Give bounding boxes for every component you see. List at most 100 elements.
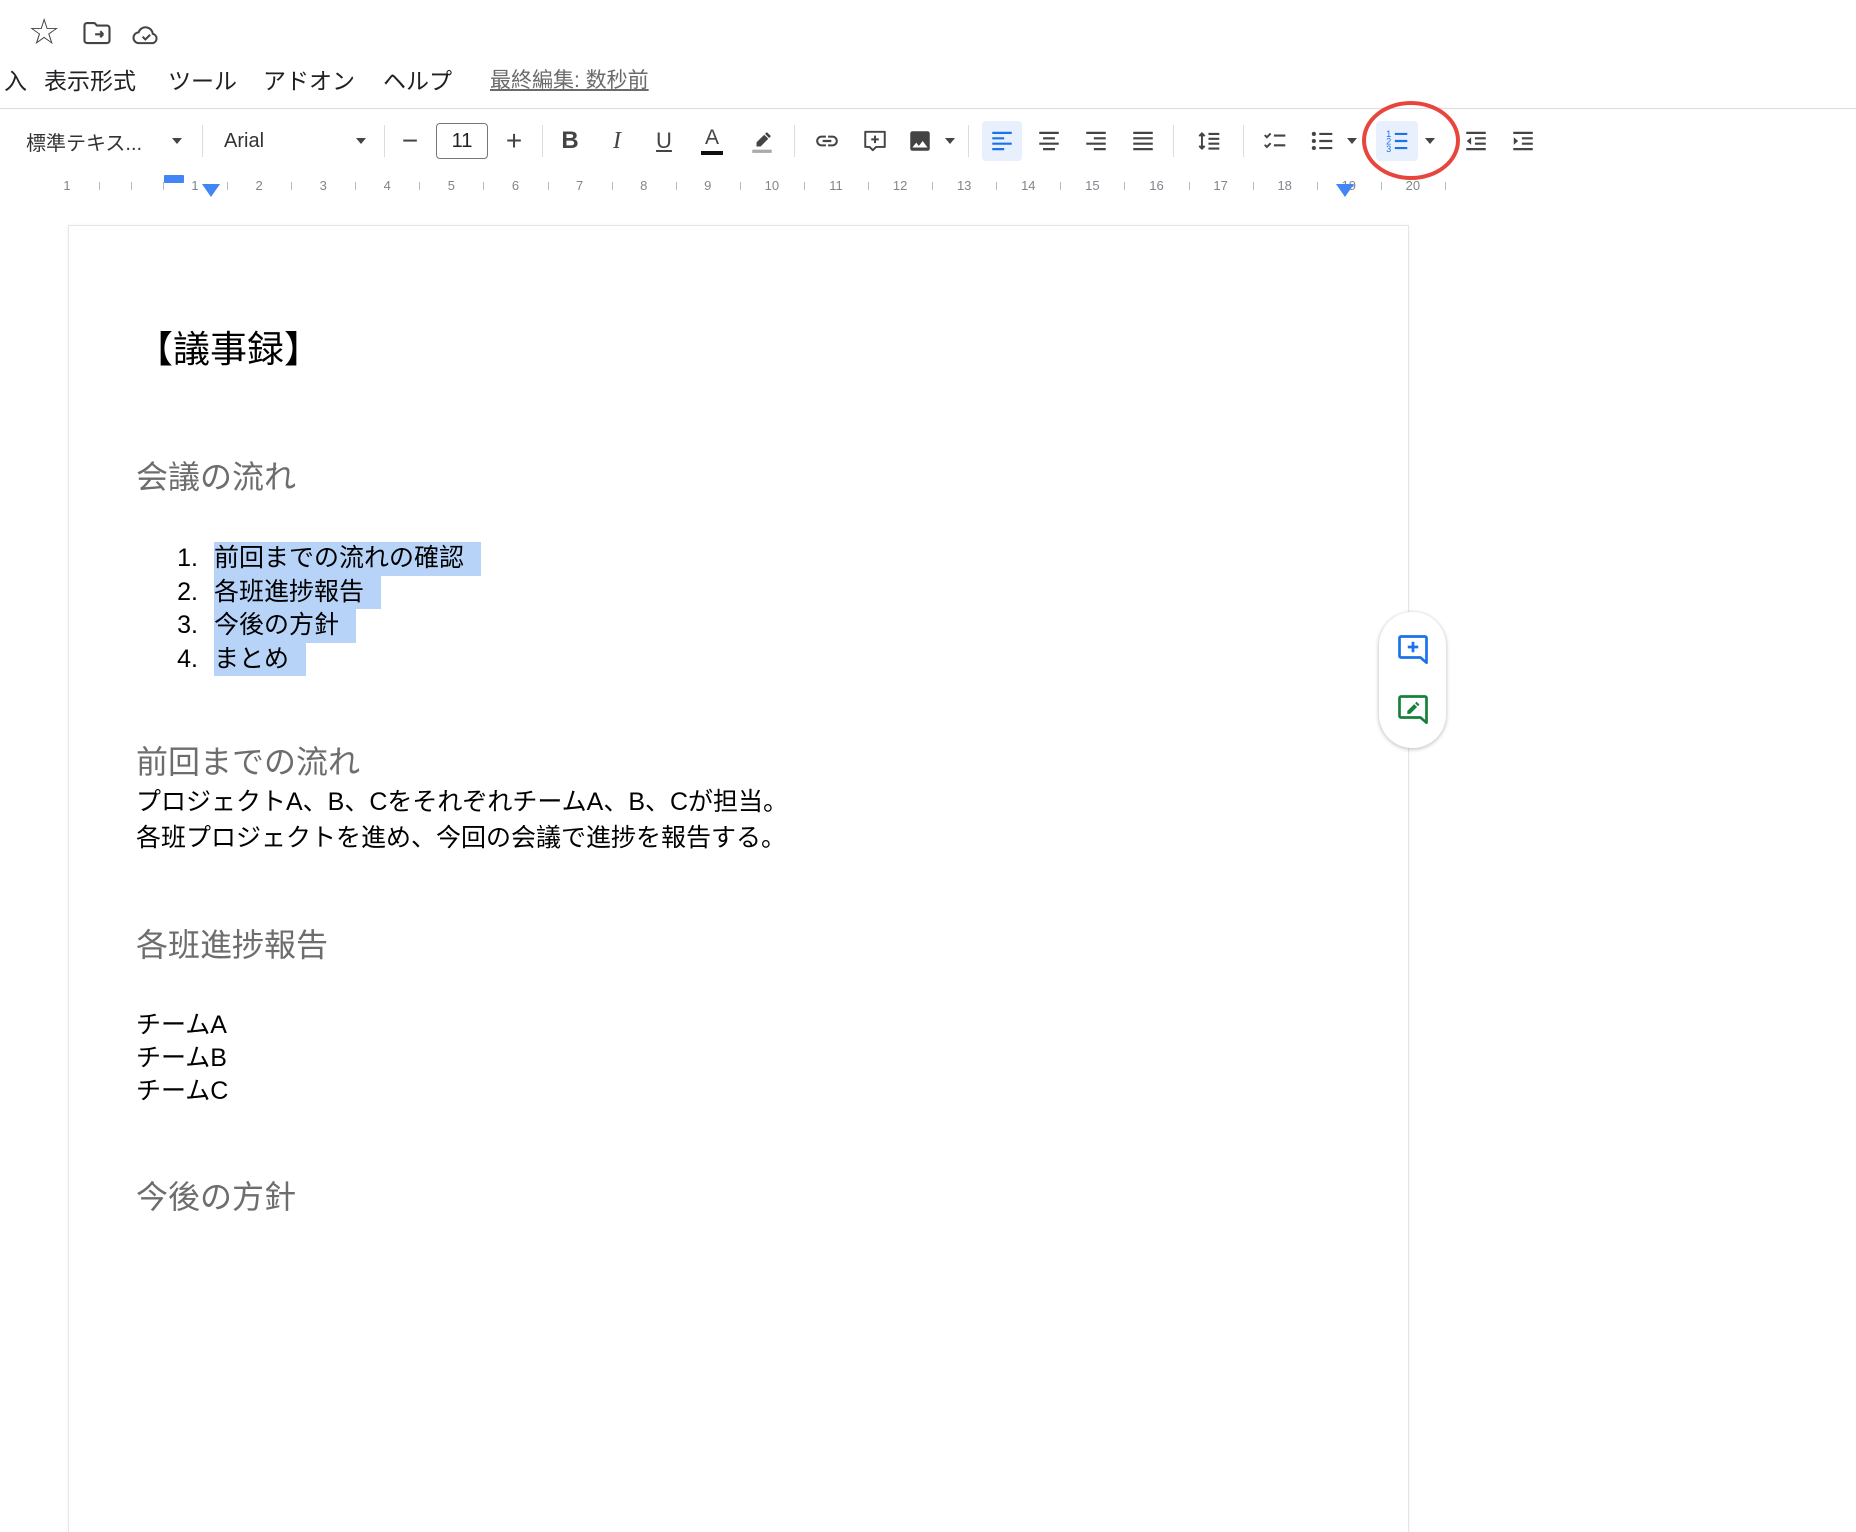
- ruler-number: 17: [1213, 172, 1227, 200]
- ruler-tick: [932, 182, 933, 190]
- chevron-down-icon: [1347, 138, 1357, 144]
- justify-button[interactable]: [1123, 121, 1163, 161]
- agenda-text-selected[interactable]: 前回までの流れの確認: [214, 542, 481, 576]
- agenda-text-selected[interactable]: まとめ: [214, 643, 306, 677]
- team-line[interactable]: チームB: [136, 1042, 228, 1075]
- text-color-icon: A: [701, 127, 723, 156]
- ruler-tick: [1189, 182, 1190, 190]
- add-comment-toolbar-button[interactable]: [854, 121, 896, 161]
- team-line[interactable]: チームC: [136, 1075, 228, 1108]
- ruler-tick: [1124, 182, 1125, 190]
- agenda-item[interactable]: 3. 今後の方針: [69, 609, 1408, 643]
- font-size-increase-button[interactable]: +: [496, 121, 532, 161]
- decrease-indent-button[interactable]: [1456, 121, 1496, 161]
- ruler-number: 20: [1406, 172, 1420, 200]
- side-action-pill: [1379, 612, 1446, 748]
- team-line[interactable]: チームA: [136, 1009, 228, 1042]
- numbered-list-button[interactable]: 1 2 3: [1376, 121, 1418, 161]
- increase-indent-button[interactable]: [1503, 121, 1543, 161]
- agenda-number: 2.: [154, 576, 198, 610]
- heading-future-policy[interactable]: 今後の方針: [136, 1177, 296, 1217]
- bullet-list-dropdown-arrow[interactable]: [1343, 121, 1361, 161]
- chevron-down-icon: [1425, 138, 1435, 144]
- first-line-indent-marker[interactable]: [164, 175, 184, 183]
- insert-link-button[interactable]: [806, 121, 848, 161]
- chevron-down-icon: [172, 138, 182, 144]
- numbered-list-dropdown-arrow[interactable]: [1421, 121, 1439, 161]
- ruler-tick: [483, 182, 484, 190]
- ruler-tick: [548, 182, 549, 190]
- toolbar-divider: [384, 125, 385, 157]
- align-right-icon: [1083, 128, 1109, 154]
- team-lines: チームA チームB チームC: [136, 1009, 228, 1108]
- bold-button[interactable]: B: [550, 121, 590, 161]
- agenda-number: 3.: [154, 609, 198, 643]
- ruler-number: 18: [1277, 172, 1291, 200]
- highlight-color-button[interactable]: [741, 121, 783, 161]
- font-dropdown[interactable]: Arial: [214, 121, 376, 161]
- paragraph-line[interactable]: 各班プロジェクトを進め、今回の会議で進捗を報告する。: [136, 820, 786, 856]
- add-comment-button[interactable]: [1391, 628, 1435, 672]
- underline-button[interactable]: U: [644, 121, 684, 161]
- add-comment-icon: [862, 128, 888, 154]
- line-spacing-button[interactable]: [1188, 121, 1230, 161]
- ruler-number: 16: [1149, 172, 1163, 200]
- ruler-tick: [355, 182, 356, 190]
- ruler-number: 4: [384, 172, 391, 200]
- checklist-icon: [1262, 128, 1288, 154]
- ruler-tick: [227, 182, 228, 190]
- agenda-number: 1.: [154, 542, 198, 576]
- star-icon[interactable]: ☆: [28, 10, 60, 54]
- align-right-button[interactable]: [1076, 121, 1116, 161]
- menu-tools[interactable]: ツール: [168, 62, 237, 100]
- menu-help[interactable]: ヘルプ: [383, 62, 452, 100]
- italic-button[interactable]: I: [597, 121, 637, 161]
- left-indent-marker[interactable]: [202, 184, 220, 197]
- ruler-number: 2: [255, 172, 262, 200]
- move-folder-icon[interactable]: [82, 18, 112, 48]
- ruler-number: 10: [765, 172, 779, 200]
- last-edit-link[interactable]: 最終編集: 数秒前: [490, 62, 649, 100]
- heading-meeting-flow[interactable]: 会議の流れ: [136, 457, 296, 497]
- ruler-number: 13: [957, 172, 971, 200]
- font-size-input[interactable]: 11: [436, 123, 488, 159]
- agenda-item[interactable]: 2. 各班進捗報告: [69, 576, 1408, 610]
- cloud-saved-icon[interactable]: [130, 20, 162, 50]
- menu-format[interactable]: 表示形式: [44, 62, 136, 100]
- paragraph-line[interactable]: プロジェクトA、B、CをそれぞれチームA、B、Cが担当。: [136, 784, 788, 820]
- paragraph-style-dropdown[interactable]: 標準テキス...: [18, 121, 190, 161]
- doc-title[interactable]: 【議事録】: [136, 328, 321, 372]
- heading-progress-report[interactable]: 各班進捗報告: [136, 925, 328, 965]
- agenda-item[interactable]: 1. 前回までの流れの確認: [69, 542, 1408, 576]
- insert-image-button[interactable]: [900, 121, 940, 161]
- ruler-tick: [1253, 182, 1254, 190]
- toolbar-divider: [968, 125, 969, 157]
- align-center-button[interactable]: [1029, 121, 1069, 161]
- ruler-number: 8: [640, 172, 647, 200]
- checklist-button[interactable]: [1254, 121, 1296, 161]
- align-center-icon: [1036, 128, 1062, 154]
- chevron-down-icon: [356, 138, 366, 144]
- numbered-list-icon: 1 2 3: [1384, 128, 1410, 154]
- ruler-number: 15: [1085, 172, 1099, 200]
- bullet-list-button[interactable]: [1302, 121, 1342, 161]
- ruler-tick: [131, 182, 132, 190]
- right-indent-marker[interactable]: [1336, 184, 1354, 197]
- menu-insert[interactable]: 入: [4, 62, 27, 100]
- ruler-tick: [419, 182, 420, 190]
- agenda-text-selected[interactable]: 今後の方針: [214, 609, 356, 643]
- agenda-item[interactable]: 4. まとめ: [69, 643, 1408, 677]
- ruler-number: 11: [829, 172, 843, 200]
- font-size-decrease-button[interactable]: −: [392, 121, 428, 161]
- heading-previous-flow[interactable]: 前回までの流れ: [136, 742, 360, 782]
- agenda-text-selected[interactable]: 各班進捗報告: [214, 576, 381, 610]
- ruler-number: 7: [576, 172, 583, 200]
- text-color-button[interactable]: A: [691, 121, 733, 161]
- suggest-edits-button[interactable]: [1391, 688, 1435, 732]
- document-page[interactable]: 【議事録】 会議の流れ 1. 前回までの流れの確認 2. 各班進捗報告 3. 今…: [68, 225, 1409, 1532]
- insert-image-dropdown-arrow[interactable]: [941, 121, 959, 161]
- align-left-button[interactable]: [982, 121, 1022, 161]
- ruler-tick: [1317, 182, 1318, 190]
- menu-addons[interactable]: アドオン: [263, 62, 355, 100]
- ruler-number: 1: [191, 172, 198, 200]
